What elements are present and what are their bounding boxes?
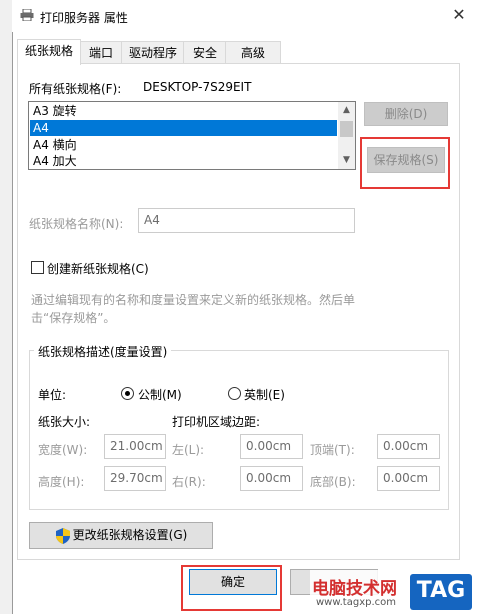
scroll-down-icon[interactable]: ▼ (338, 152, 355, 169)
bottom-margin-input[interactable]: 0.00cm (377, 466, 440, 491)
bottom-margin-label: 底部(B): (310, 475, 356, 489)
change-form-settings-label: 更改纸张规格设置(G) (72, 528, 188, 542)
scroll-up-icon[interactable]: ▲ (338, 102, 355, 119)
list-scrollbar[interactable]: ▲ ▼ (338, 102, 355, 169)
width-label: 宽度(W): (38, 443, 88, 457)
forms-listbox[interactable]: A3 旋转 A4 A4 横向 A4 加大 ▲ ▼ (28, 101, 356, 170)
create-new-checkbox[interactable] (31, 261, 44, 274)
tab-label: 端口 (88, 46, 113, 60)
list-item[interactable]: A4 加大 (30, 153, 337, 169)
tab-label: 安全 (192, 46, 217, 60)
close-icon[interactable]: ✕ (448, 4, 470, 26)
left-margin-label: 左(L): (172, 443, 205, 457)
top-margin-label: 顶端(T): (310, 443, 355, 457)
units-label: 单位: (38, 388, 67, 402)
list-item[interactable]: A3 旋转 (30, 103, 337, 119)
window-title: 打印服务器 属性 (40, 11, 128, 25)
tab-security[interactable]: 安全 (183, 41, 227, 64)
right-margin-input[interactable]: 0.00cm (240, 466, 303, 491)
help-text-line2: 击“保存规格”。 (31, 311, 116, 325)
scroll-thumb[interactable] (340, 121, 353, 137)
watermark-url: www.tagxp.com (316, 597, 396, 608)
list-item-selected[interactable]: A4 (30, 120, 337, 136)
delete-button[interactable]: 删除(D) (364, 102, 448, 126)
help-text-line1: 通过编辑现有的名称和度量设置来定义新的纸张规格。然后单 (31, 293, 356, 307)
tab-label: 高级 (240, 46, 265, 60)
form-name-input[interactable]: A4 (138, 208, 355, 233)
imperial-radio[interactable] (228, 387, 241, 400)
width-input[interactable]: 21.00cm (104, 434, 166, 459)
left-margin-input[interactable]: 0.00cm (240, 434, 303, 459)
tab-label: 驱动程序 (128, 46, 177, 60)
watermark-site-name: 电脑技术网 (312, 579, 397, 599)
shield-icon (56, 528, 70, 544)
highlight-save-button (360, 137, 450, 189)
margins-label: 打印机区域边距: (172, 415, 261, 429)
group-title: 纸张规格描述(度量设置) (34, 343, 172, 360)
imperial-label[interactable]: 英制(E) (244, 386, 285, 403)
form-name-label: 纸张规格名称(N): (29, 217, 124, 231)
server-name: DESKTOP-7S29EIT (143, 80, 252, 94)
height-input[interactable]: 29.70cm (104, 466, 166, 491)
tab-forms[interactable]: 纸张规格 (17, 39, 81, 65)
tab-drivers[interactable]: 驱动程序 (121, 41, 185, 64)
top-margin-input[interactable]: 0.00cm (377, 434, 440, 459)
highlight-ok-button (181, 565, 282, 611)
metric-label[interactable]: 公制(M) (138, 386, 182, 403)
watermark-tag-badge: TAG (410, 574, 472, 610)
tab-ports[interactable]: 端口 (79, 41, 123, 64)
tab-advanced[interactable]: 高级 (225, 41, 281, 64)
tab-label: 纸张规格 (24, 44, 73, 58)
change-form-settings-button[interactable]: 更改纸张规格设置(G) (29, 522, 213, 549)
paper-size-label: 纸张大小: (38, 415, 91, 429)
height-label: 高度(H): (38, 475, 85, 489)
list-item[interactable]: A4 横向 (30, 137, 337, 153)
metric-radio[interactable] (121, 387, 134, 400)
background-window-edge (0, 0, 12, 614)
printer-icon (20, 9, 34, 21)
create-new-label[interactable]: 创建新纸张规格(C) (47, 260, 149, 277)
radio-selected-dot (125, 391, 130, 396)
right-margin-label: 右(R): (172, 475, 206, 489)
all-forms-label: 所有纸张规格(F): (29, 82, 122, 96)
